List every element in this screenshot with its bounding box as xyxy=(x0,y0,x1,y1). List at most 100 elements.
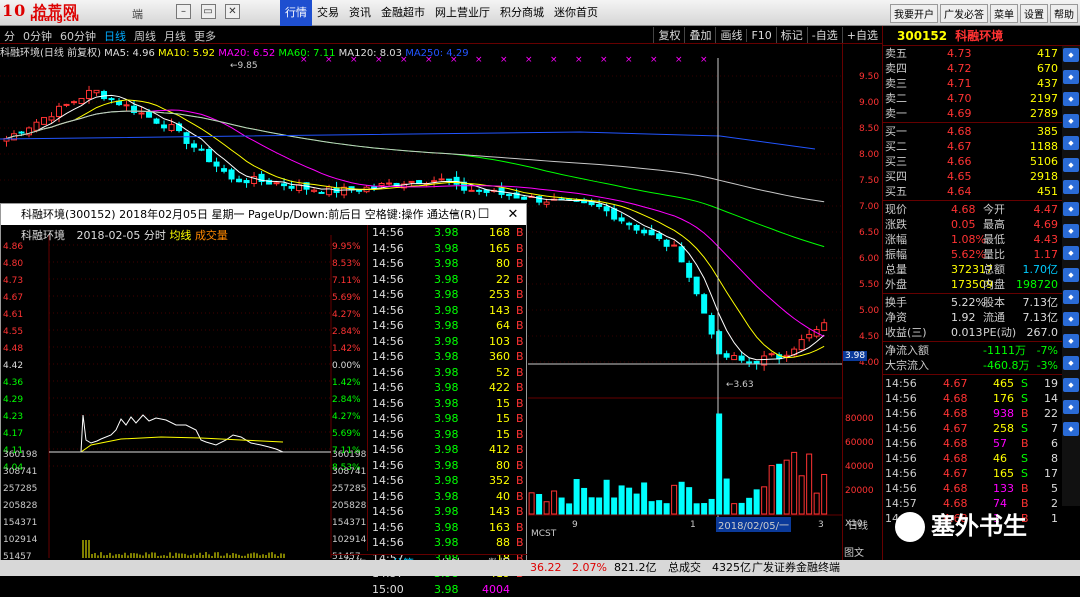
right-menu-item[interactable]: 设置 xyxy=(1020,4,1048,23)
vol-tick: 80000 xyxy=(845,414,874,424)
tick-price: 3.98 xyxy=(434,535,459,551)
volume-bar xyxy=(582,488,587,514)
period-tab[interactable]: 周线 xyxy=(130,28,160,44)
quote-stats-2: 换手5.22%股本7.13亿净资1.92流通7.13亿收益(三)0.013PE(… xyxy=(883,295,1080,340)
side-icon[interactable]: ◆ xyxy=(1063,92,1079,106)
close-button[interactable]: ✕ xyxy=(225,4,240,19)
tick-volume: 22 xyxy=(480,272,510,288)
candle xyxy=(312,190,317,191)
order-volume: 2789 xyxy=(1030,106,1058,121)
stat-label: 收益(三) xyxy=(885,325,927,340)
period-tab[interactable]: 日线 xyxy=(100,28,130,44)
side-icon[interactable]: ◆ xyxy=(1063,136,1079,150)
tool-button[interactable]: +自选 xyxy=(842,27,882,43)
mcst-label: MCST xyxy=(531,529,556,539)
stat-value: 7.13亿 xyxy=(1023,310,1059,325)
trade-row: 14:564.6846S8 xyxy=(883,451,1080,466)
popup-maximize-button[interactable]: ☐ xyxy=(471,204,497,225)
candle xyxy=(634,225,639,230)
intraday-chart[interactable]: 4.869.95%4.808.53%4.737.11%4.675.69%4.61… xyxy=(1,225,367,571)
sell-row: 卖一4.692789 xyxy=(883,106,1080,121)
side-icon[interactable]: ◆ xyxy=(1063,268,1079,282)
side-icon[interactable]: ◆ xyxy=(1063,158,1079,172)
side-icon[interactable]: ◆ xyxy=(1063,202,1079,216)
tick-time: 14:56 xyxy=(372,520,404,536)
stat-value: 7.13亿 xyxy=(1023,295,1059,310)
tool-button[interactable]: 叠加 xyxy=(684,27,715,43)
side-icon[interactable]: ◆ xyxy=(1063,70,1079,84)
side-icon[interactable]: ◆ xyxy=(1063,246,1079,260)
period-tab[interactable]: 月线 xyxy=(160,28,190,44)
trade-row: 14:564.68176S14 xyxy=(883,391,1080,406)
candle xyxy=(679,247,684,262)
menu-item[interactable]: 积分商城 xyxy=(495,0,549,26)
right-menu-item[interactable]: 菜单 xyxy=(990,4,1018,23)
side-icon[interactable]: ◆ xyxy=(1063,290,1079,304)
menu-item[interactable]: 交易 xyxy=(312,0,344,26)
price-tick: 9.50 xyxy=(859,72,879,82)
side-icon[interactable]: ◆ xyxy=(1063,114,1079,128)
candle xyxy=(184,133,189,144)
tool-button[interactable]: 标记 xyxy=(776,27,807,43)
right-menu-item[interactable]: 广发必答 xyxy=(940,4,988,23)
menu-item[interactable]: 资讯 xyxy=(344,0,376,26)
stat-row: 净资1.92流通7.13亿 xyxy=(883,310,1080,325)
tool-button[interactable]: -自选 xyxy=(807,27,842,43)
intraday-popup[interactable]: 科融环境(300152) 2018年02月05日 星期一 PageUp/Down… xyxy=(0,203,527,573)
site-logo-number: 10 xyxy=(2,1,26,20)
period-tab[interactable]: 0分钟 xyxy=(19,28,56,44)
period-tab[interactable]: 更多 xyxy=(190,28,220,44)
right-menu-item[interactable]: 我要开户 xyxy=(890,4,938,23)
menu-item[interactable]: 网上营业厅 xyxy=(430,0,495,26)
tick-side: B xyxy=(516,489,524,505)
candle xyxy=(124,105,129,106)
intraday-pct-tick: 4.27% xyxy=(332,310,361,320)
restore-button[interactable]: ▭ xyxy=(201,4,216,19)
right-menu-item[interactable]: 帮助 xyxy=(1050,4,1078,23)
side-icon[interactable]: ◆ xyxy=(1063,48,1079,62)
volume-bar xyxy=(814,493,819,514)
side-icon[interactable]: ◆ xyxy=(1063,334,1079,348)
tick-time: 14:56 xyxy=(372,303,404,319)
period-tab[interactable]: 60分钟 xyxy=(56,28,100,44)
stat-label: 净资 xyxy=(885,310,907,325)
candle xyxy=(87,90,92,98)
side-icon[interactable]: ◆ xyxy=(1063,400,1079,414)
trade-volume: 165 xyxy=(993,466,1014,481)
side-icon[interactable]: ◆ xyxy=(1063,224,1079,238)
vol-tab[interactable]: 日线 xyxy=(848,517,868,532)
intraday-price-tick: 4.61 xyxy=(3,310,23,320)
candle xyxy=(207,150,212,162)
side-icon[interactable]: ◆ xyxy=(1063,356,1079,370)
minimize-button[interactable]: – xyxy=(176,4,191,19)
side-icon[interactable]: ◆ xyxy=(1063,312,1079,326)
menu-item[interactable]: 迷你首页 xyxy=(549,0,603,26)
tick-volume: 52 xyxy=(480,365,510,381)
trade-time: 14:56 xyxy=(885,466,917,481)
popup-titlebar[interactable]: 科融环境(300152) 2018年02月05日 星期一 PageUp/Down… xyxy=(1,204,526,225)
menu-item[interactable]: 行情 xyxy=(280,0,312,26)
intraday-price-tick: 4.48 xyxy=(3,344,23,354)
period-tab[interactable]: 分 xyxy=(0,28,19,44)
popup-close-button[interactable]: ✕ xyxy=(500,204,526,225)
tool-button[interactable]: F10 xyxy=(746,29,775,42)
volume-bar xyxy=(754,490,759,514)
trade-row: 14:564.6857B6 xyxy=(883,436,1080,451)
volume-bar xyxy=(589,498,594,514)
intraday-price-tick: 4.80 xyxy=(3,259,23,269)
side-icon[interactable]: ◆ xyxy=(1063,180,1079,194)
stat-value: 1.92 xyxy=(951,310,976,325)
menu-item[interactable]: 金融超市 xyxy=(376,0,430,26)
tick-volume: 143 xyxy=(480,504,510,520)
trade-time: 14:56 xyxy=(885,421,917,436)
candle xyxy=(357,190,362,191)
popup-minimize-button[interactable]: ─ xyxy=(441,204,467,225)
tool-button[interactable]: 复权 xyxy=(653,27,684,43)
side-icon[interactable]: ◆ xyxy=(1063,378,1079,392)
tick-row: 14:563.98360B xyxy=(368,349,527,365)
trade-count: 6 xyxy=(1051,436,1058,451)
side-icon[interactable]: ◆ xyxy=(1063,422,1079,436)
tool-button[interactable]: 画线 xyxy=(715,27,746,43)
ma250-line xyxy=(0,132,815,149)
stat-row: 换手5.22%股本7.13亿 xyxy=(883,295,1080,310)
